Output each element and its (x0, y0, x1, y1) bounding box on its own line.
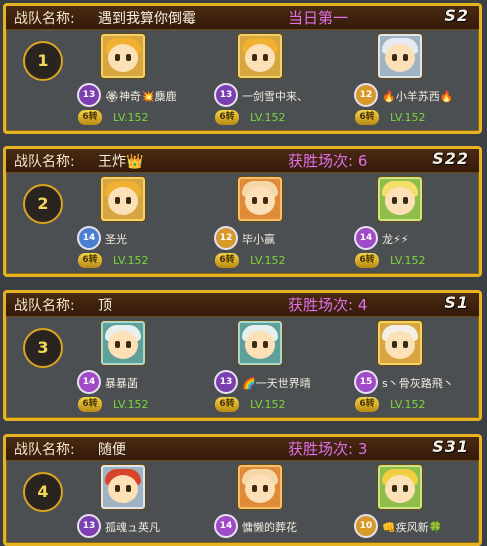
member-name: 圣光 (105, 233, 127, 246)
team-name-label: 战队名称: (14, 11, 75, 27)
team-name: 王炸👑 (98, 154, 144, 170)
vip-level-badge: 13 (79, 516, 99, 536)
member-avatar[interactable] (238, 465, 282, 509)
member-name: 暴暴菡 (105, 377, 138, 390)
member-name: 毕小赢 (242, 233, 275, 246)
member-level: LV.152 (113, 111, 149, 124)
member-name: 一剑雪中来、 (242, 90, 308, 103)
team-header: 战队名称: 遇到我算你倒霉 当日第一 S2 (6, 6, 479, 30)
team-member[interactable]: 13 一剑雪中来、 6转 LV.152 (215, 32, 356, 131)
server-tag: S31 (432, 437, 469, 456)
member-name: 🌈一天世界晴 (242, 377, 311, 390)
team-status: 获胜场次: 4 (288, 296, 368, 314)
member-name: s丶骨灰路飛丶 (382, 377, 454, 390)
reincarnation-badge: 6转 (215, 397, 239, 412)
reincarnation-badge: 6转 (355, 110, 379, 125)
team-card[interactable]: 战队名称: 随便 获胜场次: 3 S31 4 13 孤魂ュ英凡 14 慵懒的葬花… (3, 434, 482, 546)
reincarnation-badge: 6转 (215, 110, 239, 125)
vip-level-badge: 14 (79, 372, 99, 392)
team-status: 获胜场次: 3 (288, 440, 368, 458)
member-name: 🏵神奇💥麋鹿 (105, 90, 177, 103)
member-name: 👊疾风新🍀 (382, 521, 443, 534)
member-avatar[interactable] (378, 34, 422, 78)
team-header: 战队名称: 随便 获胜场次: 3 S31 (6, 437, 479, 461)
reincarnation-badge: 6转 (78, 253, 102, 268)
team-name-label: 战队名称: (14, 154, 75, 170)
team-header: 战队名称: 顶 获胜场次: 4 S1 (6, 293, 479, 317)
member-avatar[interactable] (238, 177, 282, 221)
server-tag: S1 (444, 293, 469, 312)
rank-badge: 1 (23, 41, 63, 81)
team-name-label: 战队名称: (14, 442, 75, 458)
team-member[interactable]: 13 🏵神奇💥麋鹿 6转 LV.152 (78, 32, 219, 131)
member-level: LV.152 (113, 398, 149, 411)
team-member[interactable]: 12 🔥小羊苏西🔥 6转 LV.152 (355, 32, 479, 131)
member-avatar[interactable] (101, 34, 145, 78)
member-name: 龙⚡⚡ (382, 233, 409, 246)
team-name-label: 战队名称: (14, 298, 75, 314)
team-name: 顶 (98, 298, 112, 314)
member-level: LV.152 (390, 111, 426, 124)
team-member[interactable]: 13 🌈一天世界晴 6转 LV.152 (215, 319, 356, 418)
member-name: 🔥小羊苏西🔥 (382, 90, 454, 103)
vip-level-badge: 12 (356, 85, 376, 105)
team-member[interactable]: 13 孤魂ュ英凡 (79, 463, 219, 543)
vip-level-badge: 13 (79, 85, 99, 105)
server-tag: S2 (444, 6, 469, 25)
member-level: LV.152 (390, 398, 426, 411)
team-card[interactable]: 战队名称: 王炸👑 获胜场次: 6 S22 2 14 圣光 6转 LV.152 … (3, 146, 482, 277)
team-member[interactable]: 10 👊疾风新🍀 (356, 463, 479, 543)
member-avatar[interactable] (101, 177, 145, 221)
vip-level-badge: 14 (216, 516, 236, 536)
team-header: 战队名称: 王炸👑 获胜场次: 6 S22 (6, 149, 479, 173)
reincarnation-badge: 6转 (78, 397, 102, 412)
team-card[interactable]: 战队名称: 遇到我算你倒霉 当日第一 S2 1 13 🏵神奇💥麋鹿 6转 LV.… (3, 3, 482, 134)
vip-level-badge: 15 (356, 372, 376, 392)
member-level: LV.152 (250, 254, 286, 267)
member-avatar[interactable] (378, 465, 422, 509)
team-card[interactable]: 战队名称: 顶 获胜场次: 4 S1 3 14 暴暴菡 6转 LV.152 13… (3, 290, 482, 421)
vip-level-badge: 13 (216, 85, 236, 105)
vip-level-badge: 14 (356, 228, 376, 248)
member-avatar[interactable] (378, 321, 422, 365)
rank-badge: 3 (23, 328, 63, 368)
member-level: LV.152 (250, 111, 286, 124)
vip-level-badge: 14 (79, 228, 99, 248)
team-member[interactable]: 12 毕小赢 6转 LV.152 (215, 175, 356, 274)
team-member[interactable]: 15 s丶骨灰路飛丶 6转 LV.152 (355, 319, 479, 418)
rank-badge: 2 (23, 184, 63, 224)
vip-level-badge: 12 (216, 228, 236, 248)
member-level: LV.152 (390, 254, 426, 267)
vip-level-badge: 10 (356, 516, 376, 536)
reincarnation-badge: 6转 (355, 397, 379, 412)
team-member[interactable]: 14 慵懒的葬花 (216, 463, 356, 543)
reincarnation-badge: 6转 (215, 253, 239, 268)
team-member[interactable]: 14 暴暴菡 6转 LV.152 (78, 319, 219, 418)
team-status: 获胜场次: 6 (288, 152, 368, 170)
member-level: LV.152 (250, 398, 286, 411)
member-avatar[interactable] (101, 465, 145, 509)
team-name: 遇到我算你倒霉 (98, 11, 196, 27)
server-tag: S22 (432, 149, 469, 168)
team-ranking-list: 战队名称: 遇到我算你倒霉 当日第一 S2 1 13 🏵神奇💥麋鹿 6转 LV.… (0, 0, 487, 546)
member-name: 孤魂ュ英凡 (105, 521, 160, 534)
member-avatar[interactable] (101, 321, 145, 365)
vip-level-badge: 13 (216, 372, 236, 392)
member-name: 慵懒的葬花 (242, 521, 297, 534)
team-status: 当日第一 (288, 9, 349, 27)
member-avatar[interactable] (238, 321, 282, 365)
member-avatar[interactable] (378, 177, 422, 221)
reincarnation-badge: 6转 (78, 110, 102, 125)
member-avatar[interactable] (238, 34, 282, 78)
member-level: LV.152 (113, 254, 149, 267)
team-member[interactable]: 14 龙⚡⚡ 6转 LV.152 (355, 175, 479, 274)
reincarnation-badge: 6转 (355, 253, 379, 268)
rank-badge: 4 (23, 472, 63, 512)
team-member[interactable]: 14 圣光 6转 LV.152 (78, 175, 219, 274)
team-name: 随便 (98, 442, 126, 458)
